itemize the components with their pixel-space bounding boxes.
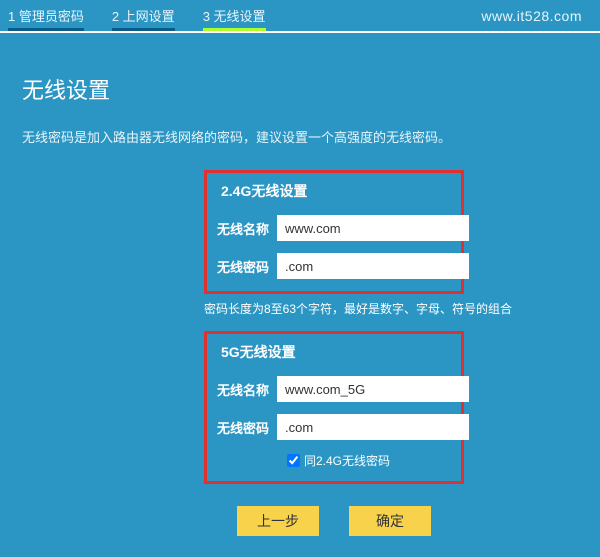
step-admin-password[interactable]: 1 管理员密码 xyxy=(8,6,84,31)
confirm-button[interactable]: 确定 xyxy=(349,506,431,536)
step-underline xyxy=(8,28,84,31)
checkbox-same-as-24g[interactable] xyxy=(287,454,300,467)
input-5g-password[interactable] xyxy=(277,414,469,440)
prev-button[interactable]: 上一步 xyxy=(237,506,319,536)
page-title: 无线设置 xyxy=(22,73,578,105)
main-content: 无线设置 无线密码是加入路由器无线网络的密码，建议设置一个高强度的无线密码。 2… xyxy=(0,33,600,536)
group-24g: 2.4G无线设置 无线名称 无线密码 xyxy=(204,170,464,294)
label-5g-name: 无线名称 xyxy=(217,380,269,399)
page-hint: 无线密码是加入路由器无线网络的密码，建议设置一个高强度的无线密码。 xyxy=(22,127,578,146)
input-24g-name[interactable] xyxy=(277,215,469,241)
step-underline xyxy=(203,28,266,31)
row-same-as-24g: 同2.4G无线密码 xyxy=(287,452,451,469)
row-24g-name: 无线名称 xyxy=(217,215,451,241)
label-24g-name: 无线名称 xyxy=(217,219,269,238)
step-label: 1 管理员密码 xyxy=(8,9,84,24)
group-5g-title: 5G无线设置 xyxy=(221,342,451,362)
button-row: 上一步 确定 xyxy=(204,506,464,536)
step-label: 3 无线设置 xyxy=(203,9,266,24)
step-internet-settings[interactable]: 2 上网设置 xyxy=(112,6,175,31)
step-label: 2 上网设置 xyxy=(112,9,175,24)
group-24g-title: 2.4G无线设置 xyxy=(221,181,451,201)
step-underline xyxy=(112,28,175,31)
row-24g-password: 无线密码 xyxy=(217,253,451,279)
form-area: 2.4G无线设置 无线名称 无线密码 密码长度为8至63个字符，最好是数字、字母… xyxy=(204,170,464,536)
input-5g-name[interactable] xyxy=(277,376,469,402)
password-hint: 密码长度为8至63个字符，最好是数字、字母、符号的组合 xyxy=(204,300,464,317)
label-5g-password: 无线密码 xyxy=(217,418,269,437)
watermark-text: www.it528.com xyxy=(481,8,582,24)
label-24g-password: 无线密码 xyxy=(217,257,269,276)
input-24g-password[interactable] xyxy=(277,253,469,279)
row-5g-name: 无线名称 xyxy=(217,376,451,402)
group-5g: 5G无线设置 无线名称 无线密码 同2.4G无线密码 xyxy=(204,331,464,484)
label-same-as-24g: 同2.4G无线密码 xyxy=(304,452,390,469)
row-5g-password: 无线密码 xyxy=(217,414,451,440)
step-wireless-settings[interactable]: 3 无线设置 xyxy=(203,6,266,31)
